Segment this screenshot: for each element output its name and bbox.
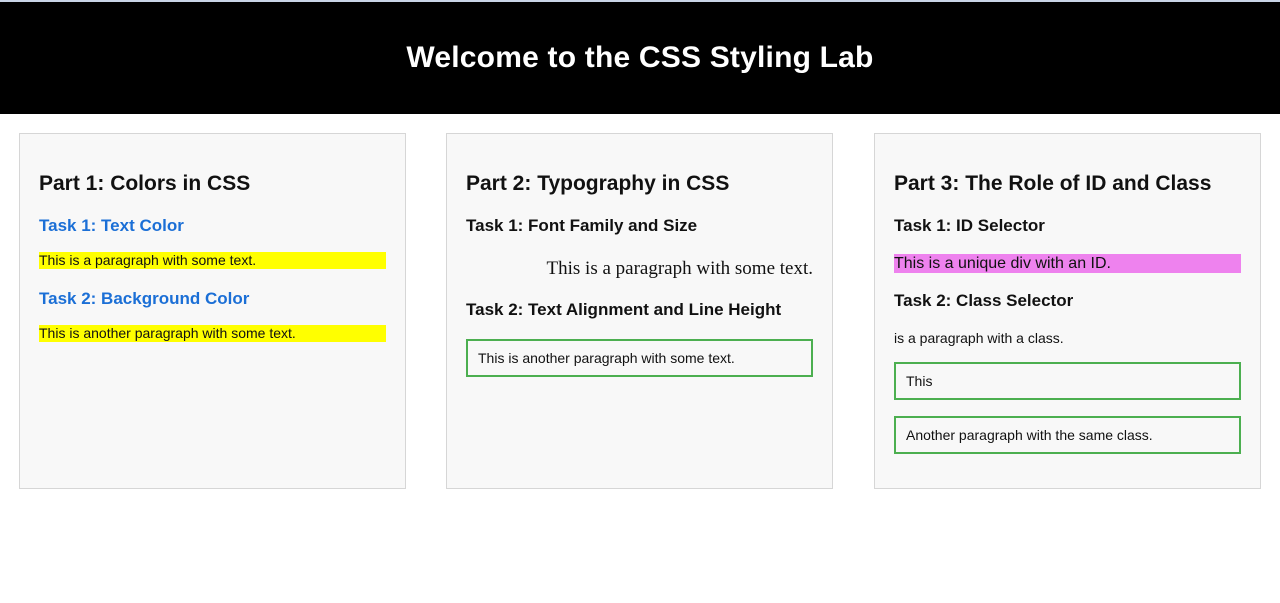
part2-task1-title: Task 1: Font Family and Size (466, 216, 698, 235)
part3-task1-title: Task 1: ID Selector (894, 216, 1045, 235)
part2-task2-title: Task 2: Text Alignment and Line Height (466, 300, 782, 319)
part2-panel: Part 2: Typography in CSS Task 1: Font F… (446, 133, 833, 489)
part2-task1-paragraph: This is a paragraph with some text. (546, 258, 813, 279)
part3-title: Part 3: The Role of ID and Class (894, 172, 1212, 195)
part1-task2-paragraph: This is another paragraph with some text… (39, 325, 386, 342)
part3-class-box-2: Another paragraph with the same class. (894, 416, 1241, 454)
page-title: Welcome to the CSS Styling Lab (406, 41, 874, 74)
part3-panel: Part 3: The Role of ID and Class Task 1:… (874, 133, 1261, 489)
part1-task1-paragraph: This is a paragraph with some text. (39, 252, 386, 269)
part3-class-paragraph: is a paragraph with a class. (894, 330, 1064, 346)
part2-task2-boxed-paragraph: This is another paragraph with some text… (466, 339, 813, 377)
part1-task2-title: Task 2: Background Color (39, 289, 250, 308)
part3-task2-title: Task 2: Class Selector (894, 291, 1074, 310)
part2-title: Part 2: Typography in CSS (466, 172, 730, 195)
panels-container: Part 1: Colors in CSS Task 1: Text Color… (0, 114, 1280, 603)
part1-title: Part 1: Colors in CSS (39, 172, 251, 195)
page-header: Welcome to the CSS Styling Lab (0, 2, 1280, 114)
part3-unique-id-div: This is a unique div with an ID. (894, 254, 1241, 273)
part1-task1-title: Task 1: Text Color (39, 216, 184, 235)
part1-panel: Part 1: Colors in CSS Task 1: Text Color… (19, 133, 406, 489)
part3-class-box-1: This (894, 362, 1241, 400)
